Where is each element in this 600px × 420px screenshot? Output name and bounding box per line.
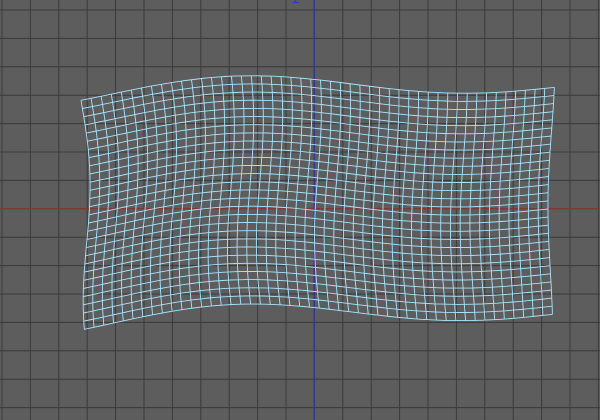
- mesh-row-line: [84, 303, 553, 330]
- 3d-viewport[interactable]: Z: [0, 0, 600, 420]
- mesh-column-line: [80, 100, 91, 330]
- background-grid: [0, 0, 600, 420]
- wireframe-mesh[interactable]: [80, 75, 555, 330]
- mesh-column-line: [547, 87, 555, 315]
- z-axis-label: Z: [293, 0, 300, 6]
- viewport-scene[interactable]: [0, 0, 600, 420]
